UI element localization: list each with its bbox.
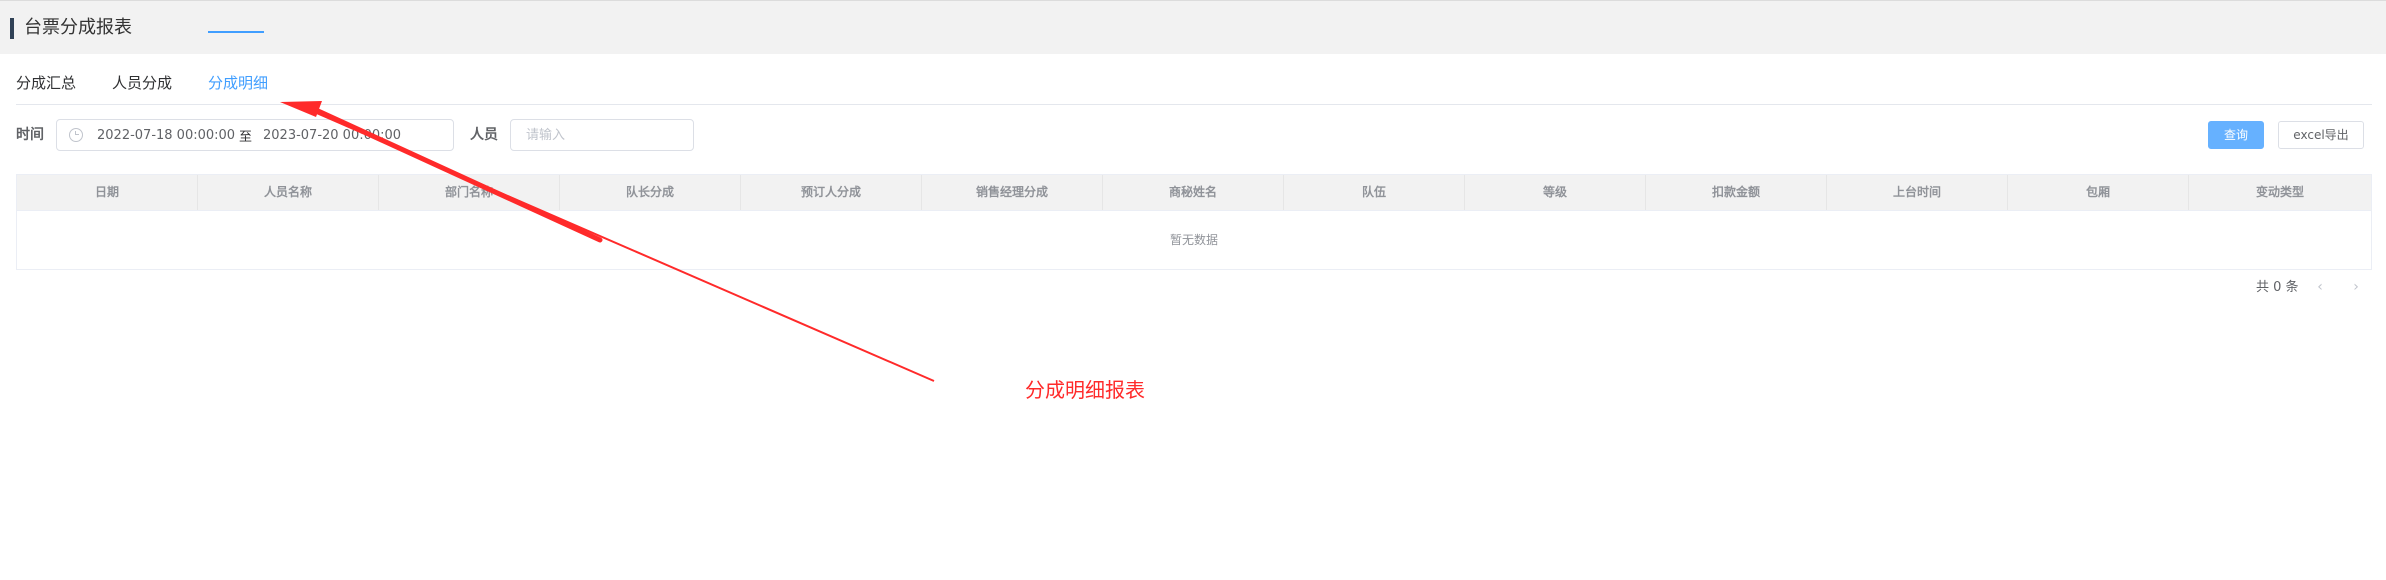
- range-separator: 至: [239, 130, 253, 145]
- column-header[interactable]: 队长分成: [560, 175, 741, 210]
- column-header[interactable]: 人员名称: [198, 175, 379, 210]
- column-header[interactable]: 日期: [17, 175, 198, 210]
- clock-icon: [69, 128, 83, 142]
- column-header[interactable]: 变动类型: [2189, 175, 2371, 210]
- tabs-divider: [16, 104, 2372, 105]
- detail-table: 日期 人员名称 部门名称 队长分成 预订人分成 销售经理分成 商秘姓名 队伍 等…: [16, 174, 2372, 270]
- tab-person-share[interactable]: 人员分成: [112, 72, 172, 94]
- column-header[interactable]: 商秘姓名: [1103, 175, 1284, 210]
- column-header[interactable]: 包厢: [2008, 175, 2189, 210]
- column-header[interactable]: 销售经理分成: [922, 175, 1103, 210]
- column-header[interactable]: 队伍: [1284, 175, 1465, 210]
- title-accent-bar: [10, 18, 14, 39]
- empty-state-text: 暂无数据: [1169, 233, 1218, 247]
- column-header[interactable]: 部门名称: [379, 175, 560, 210]
- column-header[interactable]: 等级: [1465, 175, 1646, 210]
- annotation-arrow: [280, 101, 935, 382]
- date-range-picker[interactable]: 2022-07-18 00:00:00 至 2023-07-20 00:00:0…: [56, 119, 454, 151]
- end-date[interactable]: 2023-07-20 00:00:00: [263, 127, 401, 145]
- pagination-total: 共 0 条: [2256, 280, 2299, 295]
- excel-export-button[interactable]: excel导出: [2278, 121, 2364, 149]
- query-button[interactable]: 查询: [2208, 121, 2264, 149]
- chevron-right-icon[interactable]: ›: [2346, 276, 2366, 298]
- time-label: 时间: [16, 127, 44, 143]
- column-header[interactable]: 扣款金额: [1646, 175, 1827, 210]
- person-input[interactable]: [510, 119, 694, 151]
- tab-share-detail[interactable]: 分成明细: [208, 72, 268, 94]
- person-label: 人员: [470, 127, 498, 143]
- table-header: 日期 人员名称 部门名称 队长分成 预订人分成 销售经理分成 商秘姓名 队伍 等…: [17, 175, 2371, 211]
- page-title: 台票分成报表: [24, 17, 132, 38]
- annotation-label: 分成明细报表: [1025, 378, 1145, 402]
- column-header[interactable]: 上台时间: [1827, 175, 2008, 210]
- column-header[interactable]: 预订人分成: [741, 175, 922, 210]
- tab-summary[interactable]: 分成汇总: [16, 72, 76, 94]
- chevron-left-icon[interactable]: ‹: [2310, 276, 2330, 298]
- active-tab-indicator: [208, 31, 264, 33]
- start-date[interactable]: 2022-07-18 00:00:00: [97, 127, 235, 145]
- page-header: 台票分成报表: [0, 0, 2386, 54]
